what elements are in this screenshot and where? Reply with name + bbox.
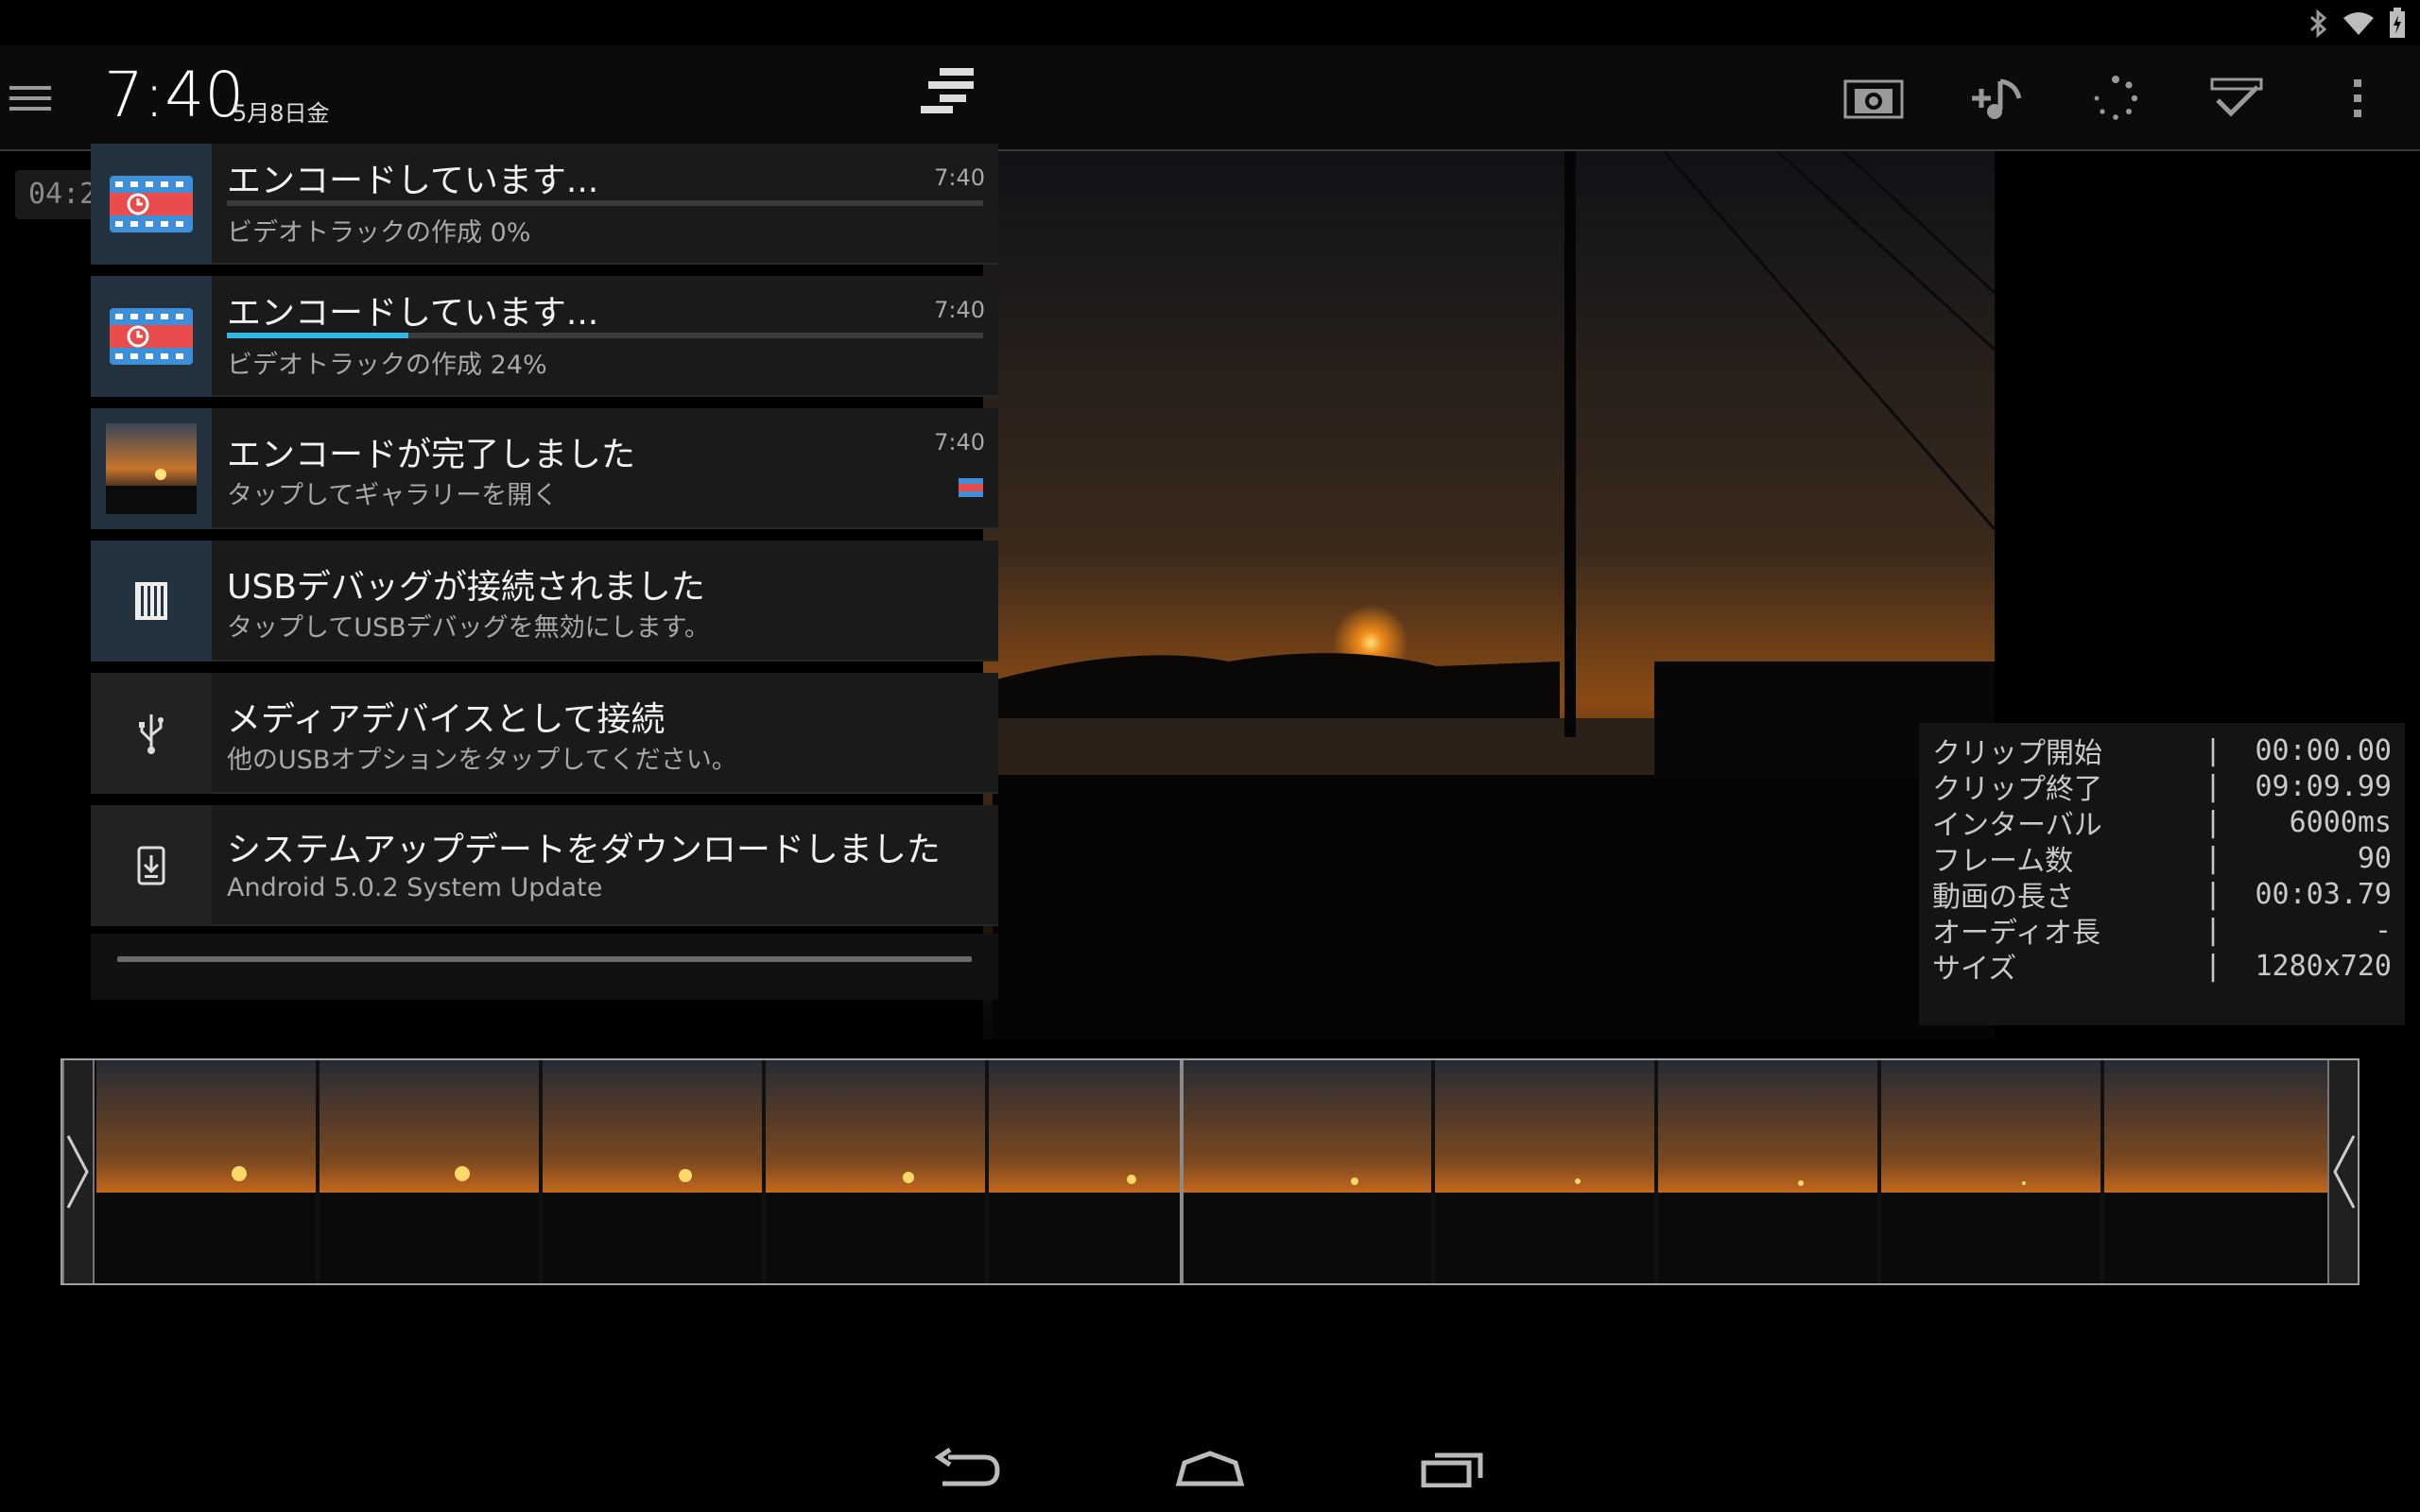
notification-time: 7:40 — [934, 429, 985, 455]
system-update-icon — [91, 805, 212, 926]
info-row: フレーム数 | 90 — [1932, 840, 2392, 879]
clip-info-panel: クリップ開始 | 00:00.00 クリップ終了 | 09:09.99 インターバル | 6… — [1919, 723, 2405, 1025]
notification-text: ビデオトラックの作成 0% — [227, 218, 531, 248]
info-row: インターバル | 6000ms — [1932, 804, 2392, 843]
navigation-bar — [0, 1425, 2420, 1512]
filmstrip-frames — [96, 1060, 2327, 1283]
notification-item[interactable]: システムアップデートをダウンロードしました Android 5.0.2 Syst… — [91, 805, 998, 926]
shade-footer — [91, 934, 998, 1000]
info-row: 動画の長さ | 00:03.79 — [1932, 876, 2393, 915]
progress-fill — [227, 333, 408, 338]
notification-title: エンコードが完了しました — [227, 436, 636, 474]
info-value: 6000ms — [2289, 805, 2392, 839]
notification-text: Android 5.0.2 System Update — [227, 873, 603, 902]
info-row: クリップ開始 | 00:00.00 — [1932, 732, 2393, 771]
info-label: サイズ — [1932, 953, 2017, 986]
notification-time: 7:40 — [934, 164, 985, 191]
clock: 7:40 — [104, 59, 245, 131]
progress-bar — [227, 200, 983, 206]
notification-item[interactable]: エンコードしています... 7:40 ビデオトラックの作成 0% — [91, 144, 998, 265]
wifi-icon — [2342, 10, 2375, 43]
progress-bar — [227, 333, 983, 338]
bluetooth-icon — [2308, 9, 2329, 44]
shade-drag-handle[interactable] — [117, 956, 972, 962]
notification-title: システムアップデートをダウンロードしました — [227, 831, 941, 869]
usb-debug-icon — [91, 541, 212, 662]
notification-text: ビデオトラックの作成 24% — [227, 351, 547, 380]
info-row: クリップ終了 | 09:09.99 — [1932, 768, 2393, 807]
info-row: オーディオ長 | - — [1932, 912, 2392, 951]
notification-title: USBデバッグが接続されました — [227, 568, 705, 607]
notification-text: タップしてUSBデバッグを無効にします。 — [227, 613, 710, 643]
menu-icon[interactable] — [0, 70, 60, 127]
info-value: 00:03.79 — [2255, 877, 2393, 911]
info-value: 00:00.00 — [2255, 733, 2393, 767]
back-icon[interactable] — [923, 1435, 1013, 1502]
battery-charging-icon — [2388, 8, 2407, 45]
sunset-thumbnail — [91, 408, 212, 529]
usb-icon — [91, 673, 212, 794]
filmstrip[interactable] — [60, 1058, 2360, 1285]
notification-text: 他のUSBオプションをタップしてください。 — [227, 746, 737, 775]
home-icon[interactable] — [1165, 1435, 1255, 1502]
trim-end-handle[interactable] — [2327, 1060, 2358, 1283]
add-audio-icon[interactable] — [1966, 70, 2027, 127]
info-row: サイズ | 1280x720 — [1932, 948, 2393, 987]
info-value: 90 — [2357, 841, 2392, 875]
info-value: - — [2374, 913, 2392, 947]
notification-time: 7:40 — [934, 297, 985, 323]
encoder-app-icon — [91, 144, 212, 265]
encoder-small-icon — [959, 478, 983, 501]
notification-item[interactable]: USBデバッグが接続されました タップしてUSBデバッグを無効にします。 — [91, 541, 998, 662]
notification-text: タップしてギャラリーを開く — [227, 481, 559, 510]
snapshot-icon[interactable] — [1843, 70, 1904, 127]
shade-header: 7:40 5月8日金 — [91, 45, 998, 144]
playhead[interactable] — [1180, 1060, 1184, 1283]
loading-spinner-icon — [2085, 70, 2146, 127]
notification-item[interactable]: メディアデバイスとして接続 他のUSBオプションをタップしてください。 — [91, 673, 998, 794]
notification-title: メディアデバイスとして接続 — [227, 700, 666, 739]
notification-title: エンコードしています... — [227, 162, 599, 200]
date: 5月8日金 — [233, 100, 330, 127]
recents-icon[interactable] — [1407, 1435, 1497, 1502]
status-bar — [0, 0, 2420, 45]
trim-start-handle[interactable] — [62, 1060, 95, 1283]
info-value: 1280x720 — [2255, 949, 2393, 983]
overflow-menu-icon[interactable] — [2327, 70, 2388, 127]
trim-apply-icon[interactable] — [2206, 70, 2267, 127]
info-value: 09:09.99 — [2255, 769, 2393, 803]
quick-settings-icon[interactable] — [919, 66, 979, 123]
encoder-app-icon — [91, 276, 212, 397]
notification-item[interactable]: エンコードしています... 7:40 ビデオトラックの作成 24% — [91, 276, 998, 397]
notification-title: エンコードしています... — [227, 294, 599, 333]
notification-item[interactable]: エンコードが完了しました 7:40 タップしてギャラリーを開く — [91, 408, 998, 529]
notification-shade: 7:40 5月8日金 エンコードしています... 7:40 ビデオトラックの作成… — [91, 45, 998, 1000]
